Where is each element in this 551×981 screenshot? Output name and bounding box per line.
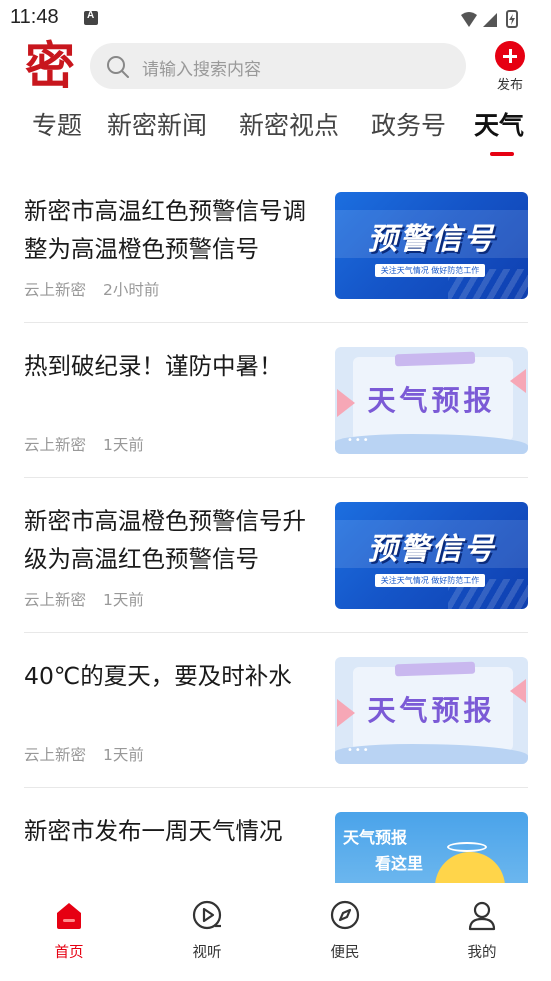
signal-icon	[483, 13, 497, 27]
thumb-title: 天气预报	[367, 384, 496, 417]
article-meta: 云上新密 1天前	[24, 433, 144, 455]
search-bar[interactable]: 请输入搜索内容	[90, 43, 466, 89]
article-title: 新密市高温橙色预警信号升级为高温红色预警信号	[24, 507, 306, 573]
article-thumbnail: 预警信号 关注天气情况 做好防范工作	[335, 192, 528, 299]
thumb-title: 天气预报	[343, 828, 408, 847]
search-placeholder: 请输入搜索内容	[142, 60, 261, 80]
article-meta: 云上新密 1天前	[24, 588, 144, 610]
article-title: 新密市高温红色预警信号调整为高温橙色预警信号	[24, 197, 306, 263]
plus-icon	[495, 41, 525, 71]
article-title: 40℃的夏天，要及时补水	[24, 662, 292, 690]
active-tab-indicator	[490, 152, 514, 156]
article-meta: 云上新密 2小时前	[24, 278, 159, 300]
article-thumbnail: 天气预报 •••	[335, 657, 528, 764]
thumb-title: 预警信号	[367, 222, 496, 257]
list-item[interactable]: 热到破纪录！谨防中暑！ 云上新密 1天前 天气预报 •••	[24, 323, 528, 478]
article-source: 云上新密	[24, 281, 87, 299]
keyboard-indicator-icon	[84, 10, 98, 25]
list-item[interactable]: 新密市发布一周天气情况 天气预报 看这里	[24, 788, 528, 883]
thumb-title: 预警信号	[367, 532, 496, 567]
home-icon	[57, 903, 81, 929]
thumb-dots: •••	[347, 435, 371, 446]
article-title: 新密市发布一周天气情况	[24, 817, 283, 845]
article-source: 云上新密	[24, 591, 87, 609]
article-time: 1天前	[102, 746, 144, 764]
app-logo[interactable]: 密	[22, 38, 78, 94]
list-item[interactable]: 新密市高温红色预警信号调整为高温橙色预警信号 云上新密 2小时前 预警信号 关注…	[24, 168, 528, 323]
search-icon	[107, 56, 129, 78]
article-meta: 云上新密 1天前	[24, 743, 144, 765]
article-list: 新密市高温红色预警信号调整为高温橙色预警信号 云上新密 2小时前 预警信号 关注…	[0, 168, 551, 883]
publish-button[interactable]: 发布	[488, 41, 532, 97]
article-thumbnail: 预警信号 关注天气情况 做好防范工作	[335, 502, 528, 609]
thumb-subtitle: 看这里	[375, 854, 424, 873]
nav-services[interactable]: 便民	[305, 899, 385, 962]
tab-gov-account[interactable]: 政务号	[371, 106, 446, 142]
article-time: 1天前	[102, 591, 144, 609]
publish-label: 发布	[496, 78, 523, 93]
article-thumbnail: 天气预报 看这里	[335, 812, 528, 883]
compass-icon	[330, 900, 360, 930]
status-bar: 11:48	[0, 0, 551, 38]
status-time: 11:48	[10, 6, 59, 28]
nav-label: 便民	[330, 945, 360, 961]
user-icon	[468, 901, 496, 931]
list-item[interactable]: 40℃的夏天，要及时补水 云上新密 1天前 天气预报 •••	[24, 633, 528, 788]
thumb-title: 天气预报	[367, 694, 496, 727]
system-tray-icons	[461, 10, 518, 28]
article-time: 2小时前	[102, 281, 160, 299]
bottom-nav: 首页 视听 便民 我的	[0, 883, 551, 981]
thumb-dots: •••	[347, 745, 371, 756]
article-title: 热到破纪录！谨防中暑！	[24, 352, 283, 380]
list-item[interactable]: 新密市高温橙色预警信号升级为高温红色预警信号 云上新密 1天前 预警信号 关注天…	[24, 478, 528, 633]
channel-tabs: 专题 新密新闻 新密视点 政务号 天气	[0, 100, 551, 160]
article-time: 1天前	[102, 436, 144, 454]
tab-zhuanti[interactable]: 专题	[32, 106, 82, 142]
nav-label: 首页	[54, 945, 84, 961]
nav-mine[interactable]: 我的	[442, 899, 522, 962]
play-icon	[192, 900, 222, 930]
wifi-icon	[461, 12, 477, 27]
nav-label: 视听	[192, 945, 222, 961]
nav-label: 我的	[467, 945, 497, 961]
article-source: 云上新密	[24, 746, 87, 764]
nav-home[interactable]: 首页	[29, 899, 109, 962]
tab-weather[interactable]: 天气	[474, 106, 524, 142]
article-thumbnail: 天气预报 •••	[335, 347, 528, 454]
tab-xinmi-news[interactable]: 新密新闻	[107, 106, 207, 142]
tab-xinmi-view[interactable]: 新密视点	[239, 106, 339, 142]
article-source: 云上新密	[24, 436, 87, 454]
nav-av[interactable]: 视听	[167, 899, 247, 962]
app-header: 密 请输入搜索内容 发布	[0, 38, 551, 96]
